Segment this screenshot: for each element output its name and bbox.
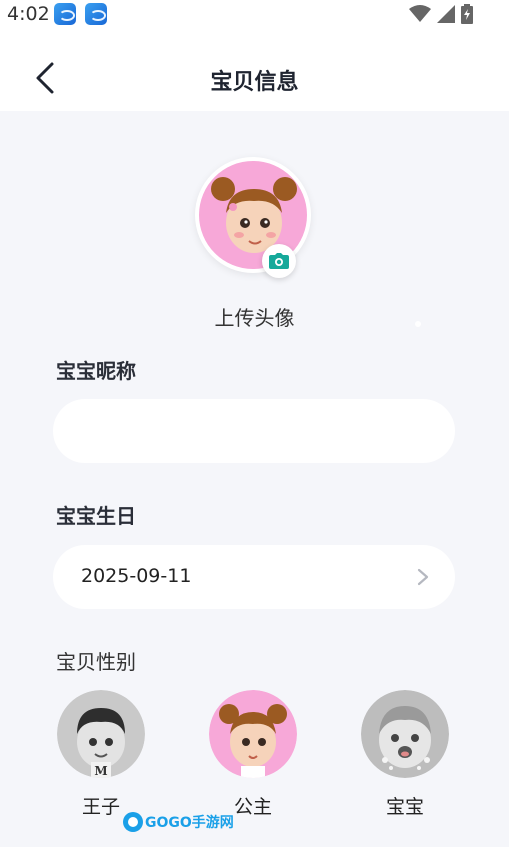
baby-avatar-image: [361, 690, 449, 778]
system-icons: [409, 4, 473, 24]
chevron-right-icon: [417, 568, 429, 586]
watermark-icon: [123, 812, 143, 832]
upload-avatar-label[interactable]: 上传头像: [0, 302, 509, 331]
decorative-dot: [415, 321, 421, 327]
nickname-input[interactable]: [81, 399, 425, 465]
prince-avatar: M: [57, 690, 145, 778]
birthday-picker[interactable]: 2025-09-11: [53, 545, 455, 609]
girl-avatar-image: [209, 690, 297, 778]
app-notification-icon: [85, 3, 107, 25]
battery-icon: [461, 4, 473, 24]
camera-icon: [269, 253, 289, 269]
gender-title: 宝贝性别: [56, 650, 136, 674]
baby-avatar: [361, 690, 449, 778]
birthday-label: 宝宝生日: [56, 504, 136, 528]
svg-text:M: M: [94, 764, 107, 778]
page-title: 宝贝信息: [210, 70, 299, 95]
gender-label-baby: 宝宝: [385, 796, 424, 818]
watermark-logo: GOGO手游网: [123, 812, 234, 832]
app-notification-icon: [54, 3, 76, 25]
signal-icon: [437, 5, 455, 23]
gender-option-prince[interactable]: M 王子: [57, 690, 145, 819]
princess-avatar: [209, 690, 297, 778]
status-time: 4:02: [7, 3, 50, 25]
boy-avatar-image: M: [57, 690, 145, 778]
status-bar: 4:02: [0, 0, 509, 28]
header: 宝贝信息: [0, 28, 509, 111]
birthday-value: 2025-09-11: [81, 565, 192, 587]
wifi-icon: [409, 5, 431, 22]
camera-button[interactable]: [262, 244, 296, 278]
nickname-label: 宝宝昵称: [56, 359, 136, 383]
watermark-text: GOGO手游网: [145, 815, 234, 831]
gender-option-princess[interactable]: 公主: [209, 690, 297, 819]
gender-option-baby[interactable]: 宝宝: [361, 690, 449, 819]
nickname-field[interactable]: [53, 399, 455, 465]
